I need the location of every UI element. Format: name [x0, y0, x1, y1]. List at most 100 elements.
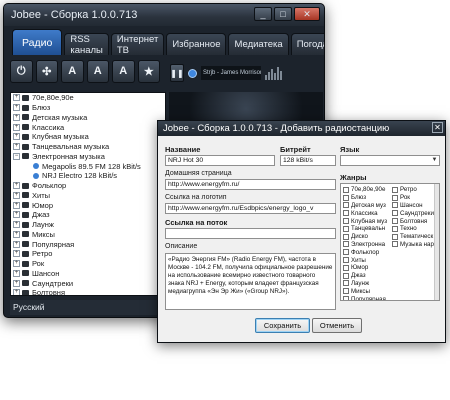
station-item[interactable]: Megapolis 89.5 FM 128 kBit/s	[11, 161, 165, 171]
genre-option[interactable]: Миксы	[343, 287, 387, 295]
homepage-field[interactable]: http://www.energyfm.ru/	[165, 179, 336, 190]
genre-option[interactable]: Блюз	[343, 194, 387, 202]
network-icon[interactable]: ✣	[35, 59, 58, 83]
station-tree[interactable]: +70е,80е,90е + Блюз + Детская музыка + Классик…	[10, 92, 166, 296]
genre-checkbox[interactable]	[343, 218, 349, 225]
expand-icon[interactable]: +	[13, 250, 20, 258]
genre-checkbox[interactable]	[392, 241, 398, 248]
name-field[interactable]: NRJ Hot 30	[165, 155, 275, 166]
add-station-icon[interactable]: A	[61, 59, 84, 83]
genre-checkbox[interactable]	[392, 194, 398, 201]
genre-option[interactable]: Фольклор	[343, 248, 387, 256]
description-field[interactable]: «Радио Энергия FM» (Radio Energy FM), ча…	[165, 253, 336, 310]
expand-icon[interactable]: +	[13, 221, 20, 229]
tab-media-library[interactable]: Медиатека	[228, 33, 289, 55]
genre-option[interactable]: Танцевальн	[343, 225, 387, 233]
favorite-star-icon[interactable]: ★	[137, 59, 160, 83]
expand-icon[interactable]: +	[13, 94, 20, 102]
expand-icon[interactable]: +	[13, 201, 20, 209]
expand-icon[interactable]: +	[13, 269, 20, 277]
language-selector[interactable]: Русский	[10, 300, 166, 315]
genre-option[interactable]: Популярная	[343, 295, 387, 300]
genre-checkbox[interactable]	[392, 218, 398, 225]
genre-checkbox[interactable]	[343, 288, 349, 295]
category-item[interactable]: + Рок	[11, 259, 165, 269]
genre-option[interactable]: Диско	[343, 233, 387, 241]
minimize-button[interactable]: _	[254, 7, 272, 21]
expand-icon[interactable]: +	[13, 113, 20, 121]
expand-icon[interactable]: +	[13, 279, 20, 287]
category-item[interactable]: + Шансон	[11, 269, 165, 279]
genre-checkbox[interactable]	[343, 272, 349, 279]
edit-station-icon[interactable]: A	[86, 59, 109, 83]
tab-favorites[interactable]: Избранное	[166, 33, 227, 55]
power-icon[interactable]: ⏻	[10, 59, 33, 83]
genre-option[interactable]: Клубная муз	[343, 217, 387, 225]
genre-option[interactable]: Хиты	[343, 256, 387, 264]
genre-checkbox[interactable]	[343, 257, 349, 264]
category-item[interactable]: + Саундтреки	[11, 278, 165, 288]
remove-station-icon[interactable]: A	[112, 59, 135, 83]
genre-option[interactable]: Электронна	[343, 241, 387, 249]
expand-icon[interactable]: +	[13, 182, 20, 190]
genre-option[interactable]: Болтовня	[392, 217, 434, 225]
genre-option[interactable]: Техно	[392, 225, 434, 233]
genre-checkbox[interactable]	[392, 210, 398, 217]
category-item[interactable]: + Джаз	[11, 210, 165, 220]
category-item[interactable]: + Популярная	[11, 239, 165, 249]
genre-option[interactable]: Детская муз	[343, 202, 387, 210]
genre-option[interactable]: 70е,80е,90е	[343, 186, 387, 194]
category-item[interactable]: + Миксы	[11, 230, 165, 240]
genre-option[interactable]: Джаз	[343, 272, 387, 280]
category-item[interactable]: + Фольклор	[11, 181, 165, 191]
category-item[interactable]: + Хиты	[11, 191, 165, 201]
genre-checkbox[interactable]	[392, 186, 398, 193]
maximize-button[interactable]: □	[274, 7, 292, 21]
dialog-close-button[interactable]: ✕	[432, 122, 443, 133]
genre-checkbox[interactable]	[343, 233, 349, 240]
category-item[interactable]: + Блюз	[11, 103, 165, 113]
expand-icon[interactable]: +	[13, 240, 20, 248]
genre-checkbox[interactable]	[343, 186, 349, 193]
expand-icon[interactable]: +	[13, 133, 20, 141]
language-select[interactable]: ▼	[340, 155, 440, 166]
expand-icon[interactable]: +	[13, 230, 20, 238]
genre-option[interactable]: Шансон	[392, 202, 434, 210]
genre-checkbox[interactable]	[343, 280, 349, 287]
genre-checkbox[interactable]	[392, 225, 398, 232]
close-button[interactable]: ✕	[294, 7, 320, 21]
category-item[interactable]: +70е,80е,90е	[11, 93, 165, 103]
genre-option[interactable]: Музыка нар	[392, 241, 434, 249]
genre-checkbox[interactable]	[343, 202, 349, 209]
genre-checkbox[interactable]	[343, 225, 349, 232]
expand-icon[interactable]: +	[13, 104, 20, 112]
expand-icon[interactable]: +	[13, 260, 20, 268]
genre-checkbox[interactable]	[343, 249, 349, 256]
genre-option[interactable]: Тематическ	[392, 233, 434, 241]
volume-knob[interactable]	[188, 68, 197, 78]
collapse-icon[interactable]: −	[13, 152, 20, 160]
category-item[interactable]: + Юмор	[11, 200, 165, 210]
genre-checkbox[interactable]	[343, 296, 349, 300]
tab-internet-tv[interactable]: Интернет ТВ	[110, 33, 165, 56]
expand-icon[interactable]: +	[13, 123, 20, 131]
tab-rss[interactable]: RSS каналы	[64, 33, 109, 56]
genre-option[interactable]: Классика	[343, 209, 387, 217]
genre-checkbox[interactable]	[343, 210, 349, 217]
expand-icon[interactable]: +	[13, 143, 20, 151]
genre-checkbox[interactable]	[392, 233, 398, 240]
logo-field[interactable]: http://www.energyfm.ru/Esdbpics/energy_l…	[165, 203, 336, 214]
category-item[interactable]: + Клубная музыка	[11, 132, 165, 142]
save-button[interactable]: Сохранить	[255, 318, 310, 333]
genre-checkbox[interactable]	[343, 264, 349, 271]
category-item[interactable]: + Детская музыка	[11, 113, 165, 123]
genre-option[interactable]: Саундтреки	[392, 209, 434, 217]
category-item[interactable]: + Лаунж	[11, 220, 165, 230]
expand-icon[interactable]: +	[13, 191, 20, 199]
expand-icon[interactable]: +	[13, 289, 20, 295]
cancel-button[interactable]: Отменить	[312, 318, 362, 333]
category-item[interactable]: + Классика	[11, 122, 165, 132]
station-item[interactable]: NRJ Electro 128 kBit/s	[11, 171, 165, 181]
genre-checkbox[interactable]	[343, 241, 349, 248]
category-item[interactable]: + Ретро	[11, 249, 165, 259]
